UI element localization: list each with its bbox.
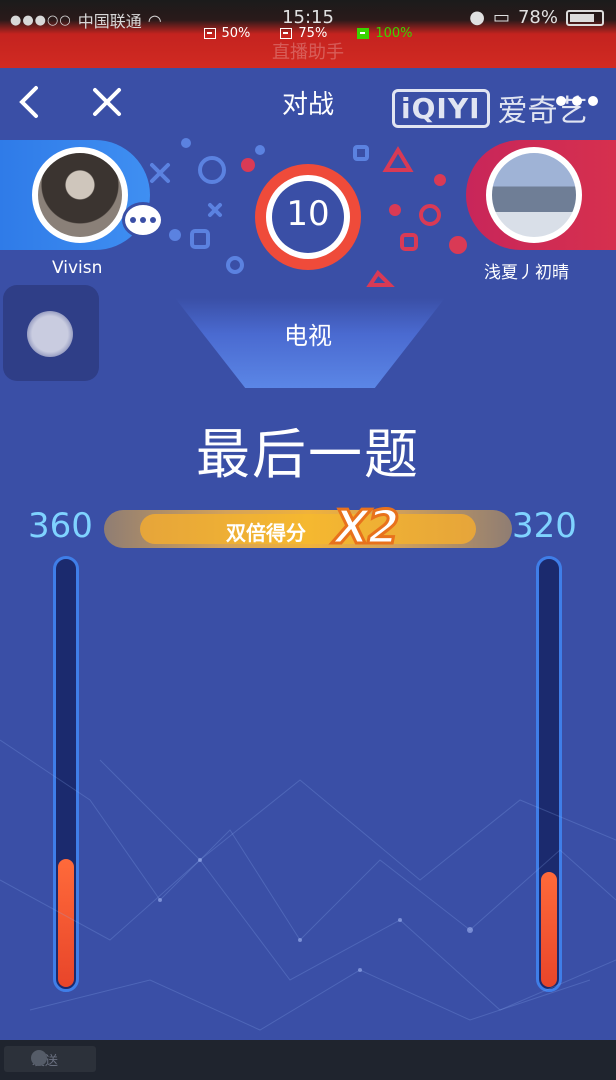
more-icon[interactable] xyxy=(556,96,598,106)
right-player-avatar[interactable] xyxy=(486,147,582,243)
left-player-name: Vivisn xyxy=(52,258,103,278)
chat-bubble-icon[interactable] xyxy=(122,202,164,238)
network-background xyxy=(0,739,616,1031)
battery-info: ● ▭ 78% xyxy=(469,7,604,28)
status-bar: ●●●○○ 中国联通 ◠ 15:15 ● ▭ 78% 50% 75% 100% … xyxy=(0,0,616,68)
lock-icon: ● xyxy=(469,7,485,28)
battery-label: 78% xyxy=(517,7,558,28)
left-player-score: 360 xyxy=(28,506,93,546)
question-title: 最后一题 xyxy=(196,423,420,486)
timer-value: 10 xyxy=(286,194,330,234)
bonus-label: 双倍得分 xyxy=(226,521,306,545)
iqiyi-watermark: iQIYI 爱奇艺 xyxy=(392,86,588,130)
bottom-toolbar: 发送 xyxy=(0,1040,616,1080)
underlying-title: 直播助手 xyxy=(272,42,344,63)
iqiyi-name: 爱奇艺 xyxy=(497,94,588,129)
send-button[interactable]: 发送 xyxy=(4,1046,96,1072)
battery-icon xyxy=(566,9,604,26)
iqiyi-logo: iQIYI xyxy=(392,88,490,128)
send-icon xyxy=(31,1050,47,1066)
right-player-score: 320 xyxy=(512,506,577,546)
left-player-avatar[interactable] xyxy=(32,147,128,243)
bonus-banner-inner xyxy=(140,514,476,544)
screen-icon: ▭ xyxy=(492,7,510,28)
bonus-multiplier: X2 xyxy=(332,499,401,556)
category-label: 电视 xyxy=(284,322,332,350)
nav-bar: 对战 iQIYI 爱奇艺 xyxy=(0,70,616,134)
right-player-name: 浅夏丿初晴 xyxy=(484,263,569,283)
